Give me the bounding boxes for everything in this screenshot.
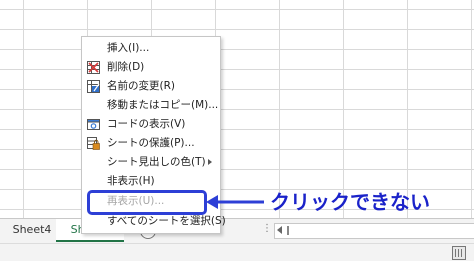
protect-sheet-icon: [87, 137, 100, 150]
page-layout-icon[interactable]: [452, 246, 466, 260]
menu-item-label: 非表示(H): [107, 175, 155, 187]
menu-item-label: コードの表示(V): [107, 118, 186, 130]
menu-item-hide[interactable]: 非表示(H): [82, 172, 220, 191]
menu-item-tab-color[interactable]: シート見出しの色(T): [82, 153, 220, 172]
menu-item-rename[interactable]: 名前の変更(R): [82, 77, 220, 96]
menu-item-label: シートの保護(P)...: [107, 137, 195, 149]
scrollbar-thumb[interactable]: [287, 226, 289, 235]
callout-arrow-icon: [206, 195, 264, 209]
delete-sheet-icon: [87, 61, 100, 74]
menu-item-label: 挿入(I)...: [107, 42, 150, 54]
rename-sheet-icon: [87, 80, 100, 93]
scroll-left-icon[interactable]: [277, 226, 282, 234]
menu-item-label: 削除(D): [107, 61, 145, 73]
menu-item-move-copy[interactable]: 移動またはコピー(M)...: [82, 96, 220, 115]
annotation-text: クリックできない: [270, 190, 430, 214]
status-bar: [0, 243, 474, 261]
menu-item-protect-sheet[interactable]: シートの保護(P)...: [82, 134, 220, 153]
view-code-icon: [87, 118, 100, 131]
unhide-highlight-box: [87, 190, 207, 215]
menu-item-label: シート見出しの色(T): [107, 156, 206, 168]
menu-item-label: 移動またはコピー(M)...: [107, 99, 219, 111]
menu-item-view-code[interactable]: コードの表示(V): [82, 115, 220, 134]
menu-item-insert[interactable]: 挿入(I)...: [82, 39, 220, 58]
menu-item-delete[interactable]: 削除(D): [82, 58, 220, 77]
horizontal-scrollbar[interactable]: [274, 223, 474, 239]
sheet-tab-bar: Sheet4 Sheet5 + ⋮: [0, 218, 474, 243]
submenu-arrow-icon: [208, 159, 212, 165]
more-dots-icon[interactable]: ⋮: [262, 223, 272, 234]
menu-item-label: 名前の変更(R): [107, 80, 175, 92]
